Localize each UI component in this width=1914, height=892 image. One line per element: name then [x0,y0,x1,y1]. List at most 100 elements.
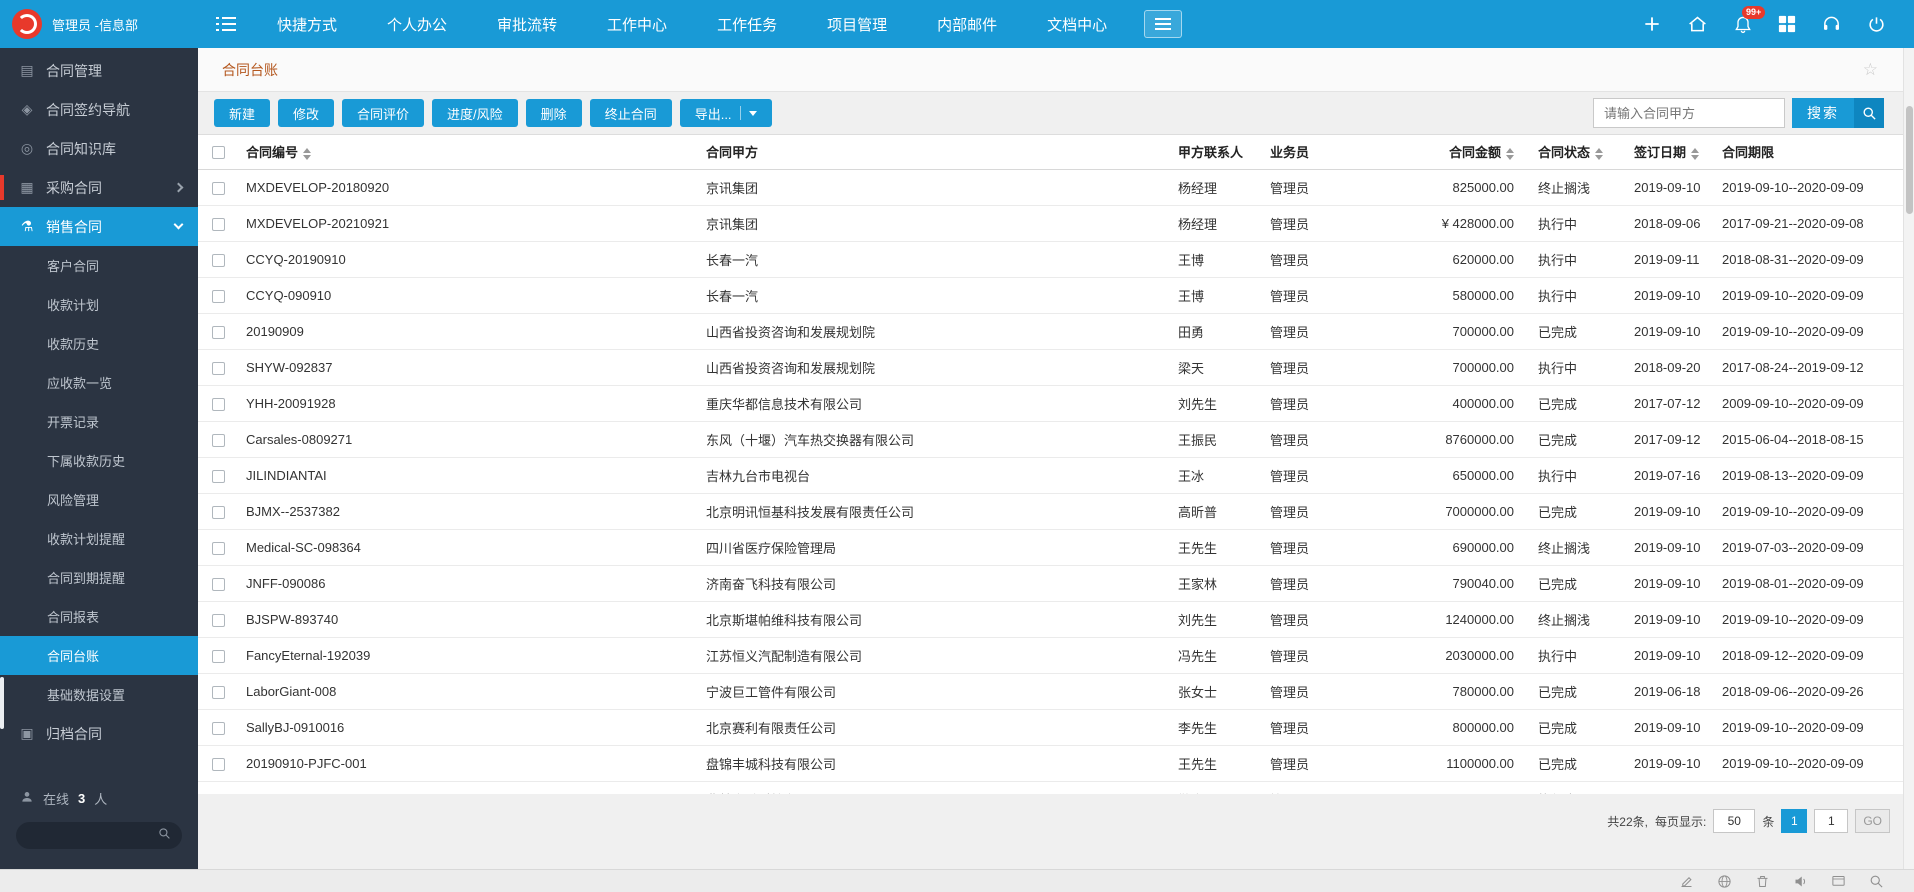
sidebar-item-purchase-contract[interactable]: ▦ 采购合同 [0,168,198,207]
home-icon[interactable] [1687,14,1708,35]
row-checkbox[interactable] [212,218,225,231]
sidebar-search-input[interactable] [27,829,152,843]
row-checkbox[interactable] [212,614,225,627]
sort-icon[interactable] [1506,148,1514,160]
topbar-nav-item[interactable]: 文档中心 [1022,14,1132,35]
row-checkbox[interactable] [212,686,225,699]
row-checkbox[interactable] [212,434,225,447]
column-amount[interactable]: 合同金额 [1356,135,1532,169]
sidebar-search-icon[interactable] [158,827,171,845]
sidebar-subitem[interactable]: 开票记录 [0,402,198,441]
table-row[interactable]: 20190910-PJFC-001 盘锦丰城科技有限公司 王先生 管理员 110… [198,745,1914,781]
apps-grid-icon[interactable] [1778,15,1796,33]
toolbar-button[interactable]: 合同评价 [342,99,424,127]
toolbar-button[interactable]: 新建 [214,99,270,127]
toolbar-button[interactable]: 删除 [526,99,582,127]
window-monitor-icon[interactable] [1831,874,1846,889]
jump-page-input[interactable] [1814,809,1848,833]
table-row[interactable]: CCYQ-090910 长春一汽 王博 管理员 580000.00 执行中 20… [198,277,1914,313]
party-search-input[interactable] [1593,98,1785,128]
add-icon[interactable] [1642,14,1662,34]
export-dropdown-button[interactable]: 导出... [680,99,772,127]
detailed-list-icon[interactable] [216,16,236,32]
row-checkbox[interactable] [212,326,225,339]
sidebar-item-archived-contract[interactable]: ▣ 归档合同 [0,714,198,753]
table-row[interactable]: FBTECH-0008 弗林丰融科技有限公司 勒赛 管理员 778700.00 … [198,781,1914,794]
table-row[interactable]: JNFF-090086 济南奋飞科技有限公司 王家林 管理员 790040.00… [198,565,1914,601]
row-checkbox[interactable] [212,758,225,771]
table-row[interactable]: BJSPW-893740 北京斯堪帕维科技有限公司 刘先生 管理员 124000… [198,601,1914,637]
sidebar-subitem[interactable]: 收款历史 [0,324,198,363]
table-row[interactable]: SHYW-092837 山西省投资咨询和发展规划院 梁天 管理员 700000.… [198,349,1914,385]
table-row[interactable]: Carsales-0809271 东风（十堰）汽车热交换器有限公司 王振民 管理… [198,421,1914,457]
topbar-nav-item[interactable]: 审批流转 [472,14,582,35]
topbar-nav-item[interactable]: 内部邮件 [912,14,1022,35]
column-sign-date[interactable]: 签订日期 [1628,135,1716,169]
globe-browser-icon[interactable] [1717,874,1732,889]
row-checkbox[interactable] [212,542,225,555]
row-checkbox[interactable] [212,470,225,483]
topbar-nav-item[interactable]: 工作任务 [692,14,802,35]
sidebar-subitem[interactable]: 应收款一览 [0,363,198,402]
current-user-label[interactable]: 管理员 -信息部 [52,15,138,34]
column-status[interactable]: 合同状态 [1532,135,1628,169]
table-row[interactable]: FancyEternal-192039 江苏恒义汽配制造有限公司 冯先生 管理员… [198,637,1914,673]
select-all-checkbox[interactable] [212,146,225,159]
headset-support-icon[interactable] [1821,14,1842,34]
table-row[interactable]: MXDEVELOP-20180920 京讯集团 杨经理 管理员 825000.0… [198,169,1914,205]
vertical-scrollbar[interactable] [1903,48,1914,869]
row-checkbox[interactable] [212,362,225,375]
topbar-nav-item[interactable]: 快捷方式 [252,14,362,35]
scrollbar-thumb[interactable] [1906,106,1913,214]
search-button[interactable]: 搜索 [1792,98,1854,128]
toolbar-button[interactable]: 修改 [278,99,334,127]
row-checkbox[interactable] [212,182,225,195]
topbar-nav-item[interactable]: 个人办公 [362,14,472,35]
sidebar-subitem[interactable]: 客户合同 [0,246,198,285]
sort-icon[interactable] [1595,148,1603,160]
trash-icon[interactable] [1755,874,1770,889]
per-page-input[interactable] [1713,809,1755,833]
more-menu-button[interactable] [1144,10,1182,38]
sort-icon[interactable] [303,148,311,160]
sidebar-subitem[interactable]: 合同到期提醒 [0,558,198,597]
toolbar-button[interactable]: 终止合同 [590,99,672,127]
row-checkbox[interactable] [212,722,225,735]
table-row[interactable]: 20190909 山西省投资咨询和发展规划院 田勇 管理员 700000.00 … [198,313,1914,349]
row-checkbox[interactable] [212,578,225,591]
speaker-volume-icon[interactable] [1793,874,1808,889]
sort-icon[interactable] [1691,148,1699,160]
sidebar-subitem[interactable]: 风险管理 [0,480,198,519]
toolbar-button[interactable]: 进度/风险 [432,99,518,127]
topbar-nav-item[interactable]: 项目管理 [802,14,912,35]
compose-pen-icon[interactable] [1679,874,1694,889]
power-logout-icon[interactable] [1867,15,1886,34]
table-row[interactable]: Medical-SC-098364 四川省医疗保险管理局 王先生 管理员 690… [198,529,1914,565]
favorite-star-icon[interactable]: ☆ [1863,60,1878,80]
table-row[interactable]: YHH-20091928 重庆华都信息技术有限公司 刘先生 管理员 400000… [198,385,1914,421]
current-page-button[interactable]: 1 [1781,809,1807,833]
table-row[interactable]: BJMX--2537382 北京明讯恒基科技发展有限责任公司 高昕普 管理员 7… [198,493,1914,529]
table-row[interactable]: JILINDIANTAI 吉林九台市电视台 王冰 管理员 650000.00 执… [198,457,1914,493]
statusbar-search-icon[interactable] [1869,874,1884,889]
sidebar-item-contract-signing-nav[interactable]: ◈ 合同签约导航 [0,90,198,129]
sidebar-item-sales-contract[interactable]: ⚗ 销售合同 [0,207,198,246]
sidebar-scrollbar-thumb[interactable] [0,677,4,729]
sidebar-subitem[interactable]: 基础数据设置 [0,675,198,714]
row-checkbox[interactable] [212,398,225,411]
sidebar-subitem[interactable]: 收款计划 [0,285,198,324]
row-checkbox[interactable] [212,506,225,519]
sidebar-item-contract-knowledge[interactable]: ◎ 合同知识库 [0,129,198,168]
sidebar-subitem[interactable]: 合同报表 [0,597,198,636]
sidebar-subitem[interactable]: 合同台账 [0,636,198,675]
notifications-bell-icon[interactable]: 99+ [1733,14,1753,35]
column-contract-number[interactable]: 合同编号 [240,135,700,169]
table-row[interactable]: CCYQ-20190910 长春一汽 王博 管理员 620000.00 执行中 … [198,241,1914,277]
sidebar-subitem[interactable]: 下属收款历史 [0,441,198,480]
table-row[interactable]: SallyBJ-0910016 北京赛利有限责任公司 李先生 管理员 80000… [198,709,1914,745]
table-row[interactable]: MXDEVELOP-20210921 京讯集团 杨经理 管理员 ¥ 428000… [198,205,1914,241]
row-checkbox[interactable] [212,650,225,663]
topbar-nav-item[interactable]: 工作中心 [582,14,692,35]
go-button[interactable]: GO [1855,809,1890,833]
sidebar-item-contract-management[interactable]: ▤ 合同管理 [0,51,198,90]
